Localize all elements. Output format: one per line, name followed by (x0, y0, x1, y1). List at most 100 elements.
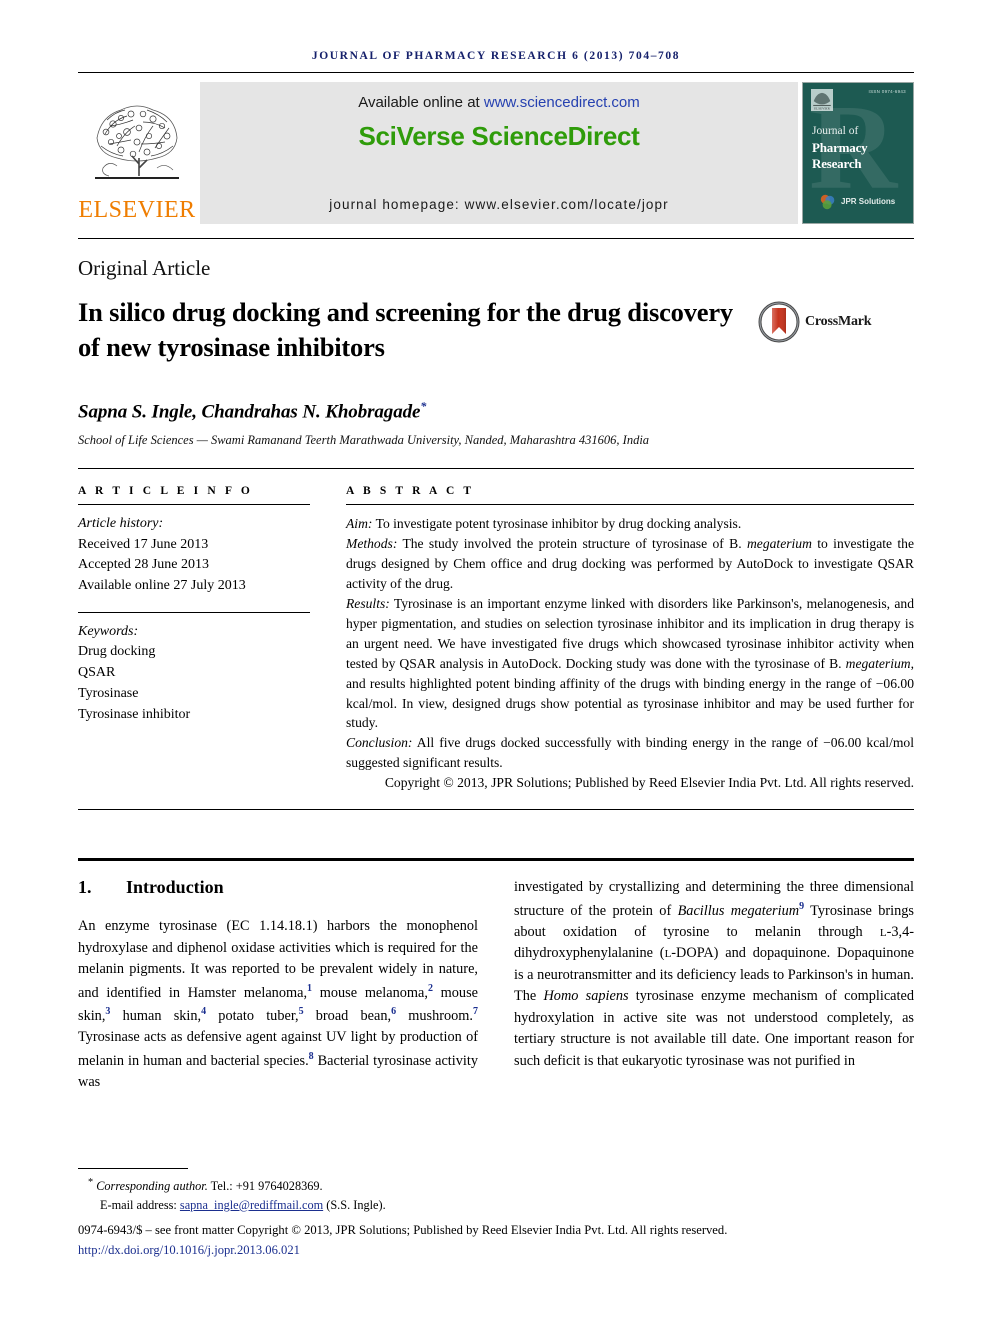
abstract-conclusion: Conclusion: All five drugs docked succes… (346, 733, 914, 773)
authors-text: Sapna S. Ingle, Chandrahas N. Khobragade (78, 401, 421, 423)
page-footnote: * Corresponding author. Tel.: +91 976402… (78, 1168, 914, 1260)
cover-issn: ISSN 0974-6943 (868, 89, 906, 94)
author-list: Sapna S. Ingle, Chandrahas N. Khobragade… (78, 399, 914, 423)
intro-text-left: An enzyme tyrosinase (EC 1.14.18.1) harb… (78, 916, 478, 1093)
email-link[interactable]: sapna_ingle@rediffmail.com (180, 1198, 323, 1212)
header-rule (78, 72, 914, 73)
abstract-rule (346, 503, 914, 505)
abstract-bottom-rule (78, 809, 914, 811)
email-suffix: (S.S. Ingle). (323, 1197, 386, 1212)
body-left-column: 1. Introduction An enzyme tyrosinase (EC… (78, 877, 478, 1093)
cover-jpr-text: JPR Solutions (841, 196, 896, 206)
cover-title-line2: Pharmacy Research (812, 140, 868, 171)
history-item: Received 17 June 2013 (78, 536, 209, 552)
methods-text-pre: The study involved the protein structure… (397, 535, 747, 551)
footnote-rule (78, 1168, 188, 1170)
masthead: ELSEVIER Available online at www.science… (78, 82, 914, 224)
elsevier-wordmark: ELSEVIER (78, 197, 196, 223)
aim-label: Aim: (346, 515, 373, 531)
affiliation: School of Life Sciences — Swami Ramanand… (78, 432, 650, 447)
crossmark-badge[interactable]: CrossMark (758, 301, 872, 343)
running-head: journal of pharmacy research 6 (2013) 70… (311, 50, 681, 62)
keyword-item: Drug docking (78, 644, 156, 660)
email-note: E-mail address: sapna_ingle@rediffmail.c… (78, 1196, 914, 1214)
conclusion-text: All five drugs docked successfully with … (346, 735, 914, 771)
ref-marker[interactable]: 7 (473, 1006, 478, 1017)
asterisk-marker: * (88, 1177, 94, 1189)
email-label: E-mail address: (100, 1197, 180, 1212)
article-history-label: Article history: (78, 515, 164, 531)
doi-link[interactable]: http://dx.doi.org/10.1016/j.jopr.2013.06… (78, 1241, 914, 1260)
corresponding-author-marker: * (420, 399, 427, 414)
species-name: Bacillus megaterium (677, 902, 800, 919)
intro-frag: broad bean, (303, 1007, 392, 1024)
keywords-block: Keywords: Drug docking QSAR Tyrosinase T… (78, 622, 310, 726)
available-online-line: Available online at www.sciencedirect.co… (358, 94, 640, 111)
section-title: Introduction (126, 877, 224, 898)
intro-frag: mouse melanoma, (312, 984, 428, 1001)
intro-frag: potato tuber, (206, 1007, 299, 1024)
intro-paragraph-right: investigated by crystallizing and determ… (514, 877, 914, 1072)
article-info-column: A R T I C L E I N F O Article history: R… (78, 485, 310, 794)
info-top-rule (78, 467, 914, 469)
keywords-rule (78, 611, 310, 613)
body-right-column: investigated by crystallizing and determ… (514, 877, 914, 1093)
journal-cover-thumbnail[interactable]: R ELSEVIER ISSN 0974-6943 Journal of Pha… (802, 82, 914, 224)
cover-jpr-logo: JPR Solutions (819, 193, 895, 211)
keyword-item: Tyrosinase (78, 685, 139, 701)
cover-elsevier-icon: ELSEVIER (811, 89, 833, 111)
species-name: Homo sapiens (543, 988, 629, 1005)
crossmark-icon[interactable] (758, 301, 800, 343)
corresponding-author-note: * Corresponding author. Tel.: +91 976402… (78, 1175, 914, 1196)
available-online-text: Available online at (358, 94, 484, 111)
issn-copyright-line: 0974-6943/$ – see front matter Copyright… (78, 1223, 728, 1238)
corresponding-author-label: Corresponding author. (96, 1179, 208, 1194)
info-abstract-wrapper: A R T I C L E I N F O Article history: R… (78, 485, 914, 794)
aim-text: To investigate potent tyrosinase inhibit… (372, 515, 742, 531)
jpr-solutions-icon (820, 194, 835, 210)
sciverse-sciencedirect-wordmark: SciVerse ScienceDirect (358, 121, 640, 151)
section-number: 1. (78, 877, 92, 898)
crossmark-label: CrossMark (805, 314, 872, 329)
article-page: journal of pharmacy research 6 (2013) 70… (0, 0, 992, 1323)
elsevier-tree-icon (95, 103, 179, 179)
masthead-bottom-rule (78, 238, 914, 239)
section-heading-introduction: 1. Introduction (78, 877, 478, 898)
abstract-copyright: Copyright © 2013, JPR Solutions; Publish… (384, 775, 914, 791)
abstract-heading: A B S T R A C T (346, 484, 475, 497)
history-item: Accepted 28 June 2013 (78, 557, 210, 573)
intro-frag: human skin, (110, 1007, 202, 1024)
intro-text-right: investigated by crystallizing and determ… (514, 877, 914, 1072)
abstract-body: Aim: To investigate potent tyrosinase in… (346, 514, 914, 794)
abstract-results: Results: Tyrosinase is an important enzy… (346, 594, 914, 734)
corresponding-author-tel: Tel.: +91 9764028369. (207, 1179, 323, 1194)
abstract-aim: Aim: To investigate potent tyrosinase in… (346, 514, 914, 534)
title-row: In silico drug docking and screening for… (78, 295, 914, 365)
results-label: Results: (346, 595, 390, 611)
journal-homepage-line[interactable]: journal homepage: www.elsevier.com/locat… (200, 197, 798, 212)
intro-frag: mushroom. (396, 1007, 473, 1024)
keywords-label: Keywords: (78, 623, 139, 639)
page-title: In silico drug docking and screening for… (78, 297, 733, 363)
results-text-pre: Tyrosinase is an important enzyme linked… (346, 595, 914, 671)
methods-label: Methods: (346, 535, 398, 551)
article-info-rule (78, 503, 310, 505)
svg-text:ELSEVIER: ELSEVIER (814, 106, 830, 110)
article-type-label: Original Article (78, 256, 211, 280)
article-info-heading: A R T I C L E I N F O (78, 484, 253, 497)
abstract-column: A B S T R A C T Aim: To investigate pote… (346, 485, 914, 794)
keyword-item: QSAR (78, 665, 116, 681)
history-item: Available online 27 July 2013 (78, 577, 246, 593)
cover-title-line1: Journal of (812, 125, 859, 137)
abstract-methods: Methods: The study involved the protein … (346, 534, 914, 594)
keyword-item: Tyrosinase inhibitor (78, 706, 191, 722)
intro-paragraph-left: An enzyme tyrosinase (EC 1.14.18.1) harb… (78, 916, 478, 1093)
sciencedirect-banner: Available online at www.sciencedirect.co… (200, 82, 798, 224)
smallcap-l: L (879, 927, 887, 939)
elsevier-logo: ELSEVIER (78, 82, 196, 224)
results-species: megaterium (845, 655, 911, 671)
body-columns: 1. Introduction An enzyme tyrosinase (EC… (78, 861, 914, 1093)
sciencedirect-link[interactable]: www.sciencedirect.com (484, 94, 640, 111)
conclusion-label: Conclusion: (346, 735, 413, 751)
methods-species: megaterium (746, 535, 812, 551)
